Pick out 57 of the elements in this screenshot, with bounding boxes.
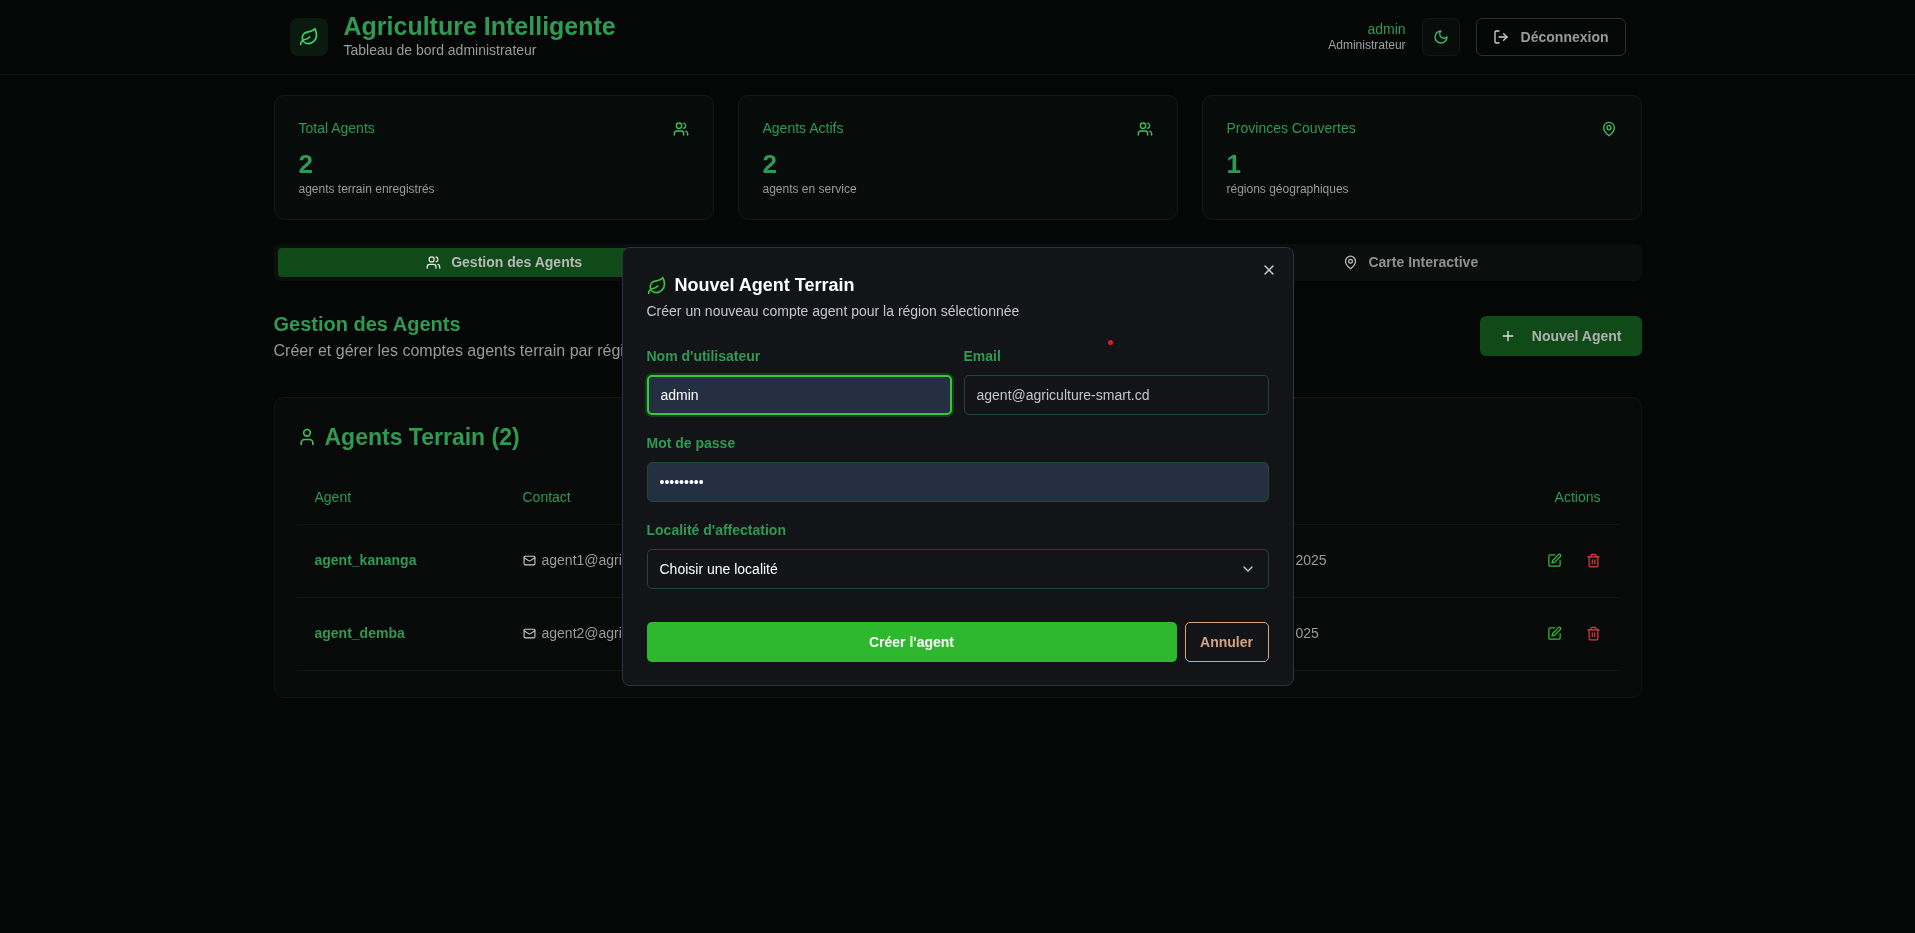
leaf-icon xyxy=(298,27,319,47)
user-name: admin xyxy=(1366,21,1406,39)
new-agent-button[interactable]: Nouvel Agent xyxy=(1479,316,1642,356)
table-cell: agent_demba xyxy=(296,597,505,671)
moon-icon xyxy=(1432,29,1449,45)
edit-button[interactable] xyxy=(1546,626,1562,641)
stat-value: 2 xyxy=(298,149,314,181)
stat-caption: régions géographiques xyxy=(1226,181,1350,199)
map-pin-icon xyxy=(1600,120,1617,137)
input-field[interactable]: ••••••••• xyxy=(646,462,1269,502)
stat-title: Agents Actifs xyxy=(762,119,844,138)
user-role: Administrateur xyxy=(1328,38,1406,53)
map-pin-icon xyxy=(1343,255,1359,270)
cancel-button[interactable]: Annuler xyxy=(1184,622,1269,662)
trash-icon xyxy=(1585,626,1601,641)
stat-caption: agents en service xyxy=(762,181,858,199)
cursor-dot xyxy=(1107,340,1113,345)
edit-icon xyxy=(1546,626,1562,641)
table-cell-text: 2025 xyxy=(1295,551,1327,570)
input-field[interactable]: agent@agriculture-smart.cd xyxy=(963,375,1269,415)
logout-icon xyxy=(1492,29,1509,45)
dialog-title: Nouvel Agent Terrain xyxy=(674,274,855,297)
stat-value: 2 xyxy=(762,149,778,181)
logout-button[interactable]: Déconnexion xyxy=(1475,18,1626,56)
section-title: Gestion des Agents xyxy=(273,312,462,337)
users-icon xyxy=(426,255,442,270)
field-label: Email xyxy=(963,347,1002,366)
app-title: Agriculture Intelligente xyxy=(343,12,616,41)
mail-icon xyxy=(522,554,536,567)
table-title: Agents Terrain (2) xyxy=(324,423,520,452)
edit-button[interactable] xyxy=(1546,553,1562,568)
location-dropdown[interactable]: Choisir une localité xyxy=(646,549,1269,589)
users-icon xyxy=(1136,120,1153,137)
table-cell: agent_kananga xyxy=(296,524,505,598)
trash-icon xyxy=(1585,553,1601,568)
app-subtitle: Tableau de bord administrateur xyxy=(343,41,538,61)
table-cell-text: 025 xyxy=(1295,624,1319,643)
users-icon xyxy=(672,120,689,137)
stat-caption: agents terrain enregistrés xyxy=(298,181,436,199)
field-label: Nom d'utilisateur xyxy=(646,347,762,366)
column-header: Actions xyxy=(1508,470,1619,525)
delete-button[interactable] xyxy=(1585,553,1601,568)
mail-icon xyxy=(522,627,536,640)
stat-value: 1 xyxy=(1226,149,1242,181)
dialog-subtitle: Créer un nouveau compte agent pour la région sélectionnée xyxy=(646,302,1021,321)
input-field[interactable]: admin xyxy=(646,375,952,415)
stat-title: Total Agents xyxy=(298,119,375,138)
table-cell-text: agent1@agri xyxy=(541,551,622,570)
stat-title: Provinces Couvertes xyxy=(1226,119,1356,138)
table-cell-text: agent2@agri xyxy=(541,624,622,643)
field-label: Mot de passe xyxy=(646,434,737,453)
column-header: Agent xyxy=(296,470,505,525)
tab[interactable]: Carte Interactive xyxy=(1184,248,1638,277)
delete-button[interactable] xyxy=(1585,626,1601,641)
theme-toggle-button[interactable] xyxy=(1421,18,1460,56)
leaf-icon xyxy=(646,275,667,296)
edit-icon xyxy=(1546,553,1562,568)
